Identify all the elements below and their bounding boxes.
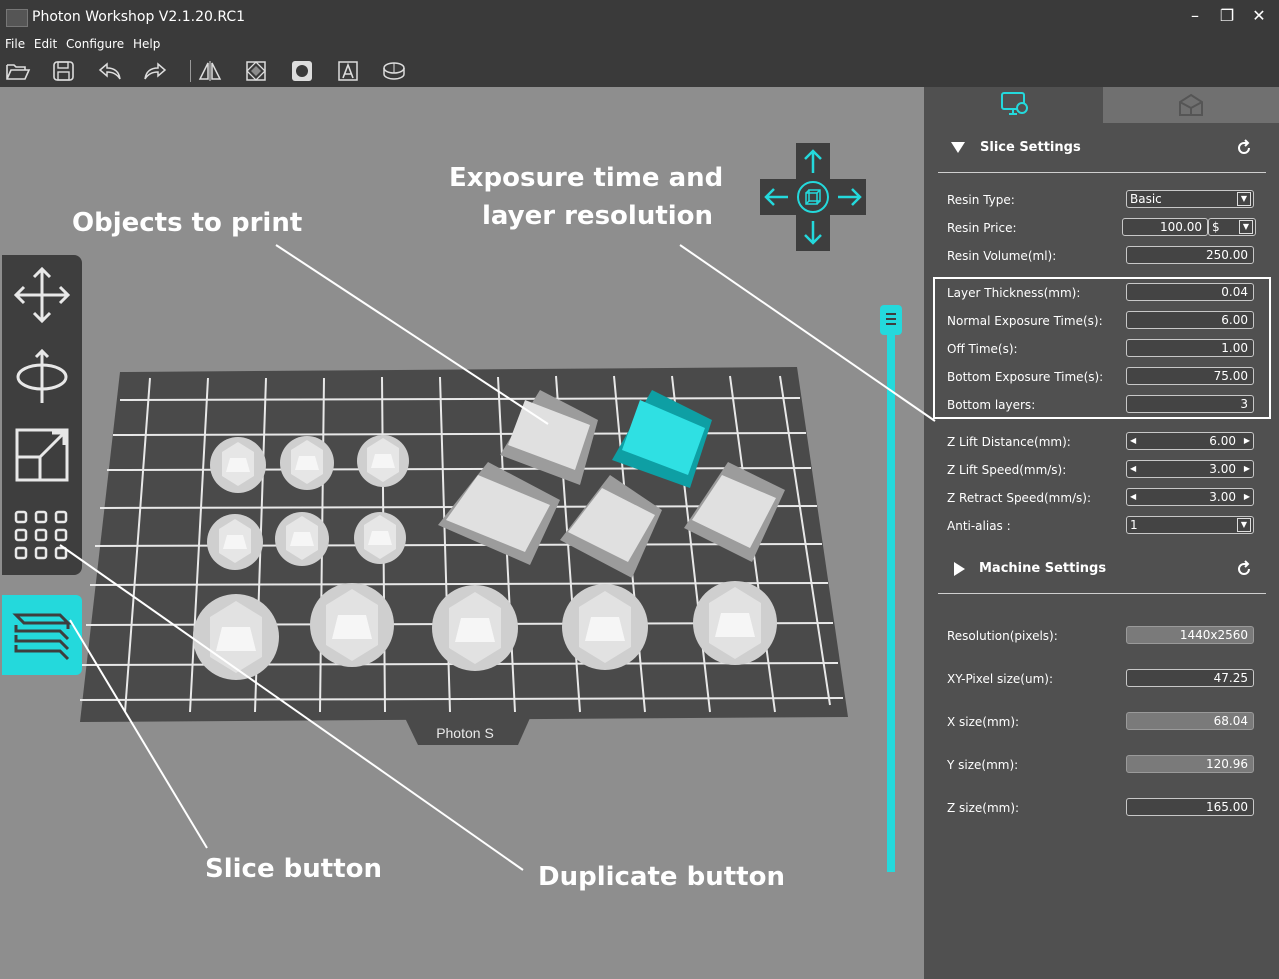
z-size-label: Z size(mm): bbox=[947, 801, 1020, 815]
toolbar bbox=[0, 55, 1279, 87]
tab-model-settings[interactable] bbox=[1103, 87, 1279, 123]
menu-file[interactable]: File bbox=[5, 37, 25, 51]
window-title: Photon Workshop V2.1.20.RC1 bbox=[32, 9, 246, 25]
resin-type-select[interactable]: Basic ▼ bbox=[1126, 190, 1254, 208]
y-size-value: 120.96 bbox=[1126, 755, 1254, 773]
monitor-gear-icon bbox=[1001, 92, 1028, 115]
redo-icon[interactable] bbox=[142, 59, 168, 83]
anti-alias-select[interactable]: 1 ▼ bbox=[1126, 516, 1254, 534]
increment-icon[interactable]: ▶ bbox=[1244, 461, 1250, 477]
increment-icon[interactable]: ▶ bbox=[1244, 489, 1250, 505]
menu-edit[interactable]: Edit bbox=[34, 37, 57, 51]
z-retract-speed-stepper[interactable]: ◀ 3.00 ▶ bbox=[1126, 488, 1254, 506]
resin-volume-input[interactable]: 250.00 bbox=[1126, 246, 1254, 264]
annotation-slice: Slice button bbox=[205, 854, 382, 884]
resolution-label: Resolution(pixels): bbox=[947, 629, 1058, 643]
rotate-icon[interactable] bbox=[2, 335, 82, 415]
chevron-down-icon: ▼ bbox=[1237, 518, 1251, 532]
object-small-5[interactable] bbox=[275, 512, 329, 566]
chevron-down-icon: ▼ bbox=[1237, 192, 1251, 206]
settings-panel: Slice Settings Resin Type: Basic ▼ Resin … bbox=[924, 87, 1279, 979]
close-icon[interactable]: ✕ bbox=[1249, 6, 1269, 26]
object-large-3[interactable] bbox=[432, 585, 518, 671]
anti-alias-label: Anti-alias : bbox=[947, 519, 1011, 533]
z-lift-speed-stepper[interactable]: ◀ 3.00 ▶ bbox=[1126, 460, 1254, 478]
object-small-3[interactable] bbox=[357, 435, 409, 487]
platform-icon[interactable] bbox=[381, 59, 407, 83]
y-size-label: Y size(mm): bbox=[947, 758, 1019, 772]
slice-settings-title: Slice Settings bbox=[980, 140, 1081, 155]
open-icon[interactable] bbox=[5, 59, 31, 83]
divider bbox=[938, 172, 1266, 173]
decrement-icon[interactable]: ◀ bbox=[1130, 461, 1136, 477]
plate-label: Photon S bbox=[436, 725, 494, 741]
tab-slice-settings[interactable] bbox=[924, 87, 1103, 123]
title-bar: Photon Workshop V2.1.20.RC1 – ❐ ✕ bbox=[0, 0, 1279, 35]
menu-help[interactable]: Help bbox=[133, 37, 160, 51]
annotation-exposure-line1: Exposure time and bbox=[449, 163, 724, 193]
resolution-value: 1440x2560 bbox=[1126, 626, 1254, 644]
increment-icon[interactable]: ▶ bbox=[1244, 433, 1250, 449]
xy-pixel-label: XY-Pixel size(um): bbox=[947, 672, 1053, 686]
toolbar-separator bbox=[190, 60, 191, 82]
resin-price-label: Resin Price: bbox=[947, 221, 1017, 235]
tool-sidebar bbox=[2, 255, 82, 575]
object-small-6[interactable] bbox=[354, 512, 406, 564]
scale-icon[interactable] bbox=[2, 415, 82, 495]
save-icon[interactable] bbox=[51, 59, 77, 83]
menu-configure[interactable]: Configure bbox=[66, 37, 124, 51]
z-retract-speed-label: Z Retract Speed(mm/s): bbox=[947, 491, 1092, 505]
cube-house-icon bbox=[1179, 93, 1203, 116]
currency-select[interactable]: $ ▼ bbox=[1208, 218, 1256, 236]
exposure-highlight-box bbox=[933, 277, 1271, 419]
mirror-icon[interactable] bbox=[197, 59, 223, 83]
maximize-icon[interactable]: ❐ bbox=[1217, 6, 1237, 26]
app-logo-icon bbox=[6, 9, 28, 27]
fill-icon[interactable] bbox=[289, 59, 315, 83]
minimize-icon[interactable]: – bbox=[1185, 6, 1205, 26]
z-size-input[interactable]: 165.00 bbox=[1126, 798, 1254, 816]
machine-settings-title: Machine Settings bbox=[979, 561, 1107, 576]
collapse-triangle-icon[interactable] bbox=[950, 140, 966, 154]
layer-slider-handle[interactable] bbox=[880, 305, 902, 335]
undo-icon[interactable] bbox=[97, 59, 123, 83]
resin-type-label: Resin Type: bbox=[947, 193, 1015, 207]
decrement-icon[interactable]: ◀ bbox=[1130, 433, 1136, 449]
view-navigator[interactable] bbox=[758, 143, 868, 251]
object-large-4[interactable] bbox=[562, 584, 648, 670]
xy-pixel-input[interactable]: 47.25 bbox=[1126, 669, 1254, 687]
z-lift-distance-stepper[interactable]: ◀ 6.00 ▶ bbox=[1126, 432, 1254, 450]
slice-button[interactable] bbox=[2, 595, 82, 675]
move-icon[interactable] bbox=[2, 255, 82, 335]
resin-volume-label: Resin Volume(ml): bbox=[947, 249, 1057, 263]
menu-bar: File Edit Configure Help bbox=[0, 35, 1279, 55]
reset-slice-icon[interactable] bbox=[1235, 139, 1253, 157]
layer-slider-track[interactable] bbox=[887, 305, 895, 872]
reset-machine-icon[interactable] bbox=[1235, 560, 1253, 578]
z-lift-distance-label: Z Lift Distance(mm): bbox=[947, 435, 1071, 449]
object-large-5[interactable] bbox=[693, 581, 777, 665]
chevron-down-icon: ▼ bbox=[1239, 220, 1253, 234]
object-large-1[interactable] bbox=[193, 594, 279, 680]
object-small-4[interactable] bbox=[207, 514, 263, 570]
annotation-duplicate: Duplicate button bbox=[538, 862, 785, 892]
x-size-label: X size(mm): bbox=[947, 715, 1020, 729]
object-small-2[interactable] bbox=[280, 436, 334, 490]
resin-price-input[interactable]: 100.00 bbox=[1122, 218, 1208, 236]
x-size-value: 68.04 bbox=[1126, 712, 1254, 730]
divider bbox=[938, 593, 1266, 594]
annotation-exposure-line2: layer resolution bbox=[482, 201, 714, 231]
slice-layers-icon bbox=[12, 613, 72, 661]
object-small-1[interactable] bbox=[210, 437, 266, 493]
hollow-icon[interactable] bbox=[243, 59, 269, 83]
decrement-icon[interactable]: ◀ bbox=[1130, 489, 1136, 505]
z-lift-speed-label: Z Lift Speed(mm/s): bbox=[947, 463, 1067, 477]
annotation-objects: Objects to print bbox=[72, 208, 303, 238]
object-large-2[interactable] bbox=[310, 583, 394, 667]
text-icon[interactable] bbox=[335, 59, 361, 83]
expand-triangle-icon[interactable] bbox=[952, 561, 966, 577]
duplicate-icon[interactable] bbox=[2, 495, 82, 575]
